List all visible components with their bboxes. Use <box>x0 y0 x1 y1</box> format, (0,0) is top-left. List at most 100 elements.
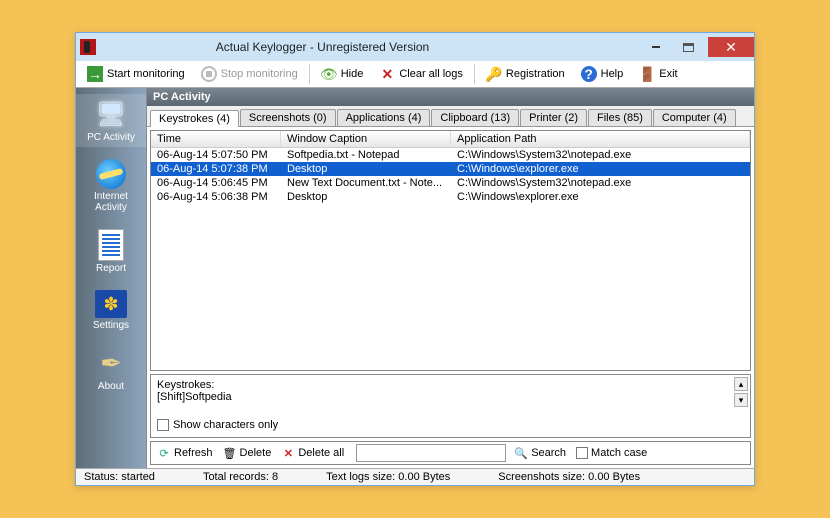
col-time[interactable]: Time <box>151 131 281 147</box>
sidebar-internet-label: Internet Activity <box>78 191 144 213</box>
action-bar: ⟳ Refresh 🗑 Delete ✕ Delete all 🔍 Search <box>150 441 751 465</box>
cell-path: C:\Windows\explorer.exe <box>451 190 750 204</box>
start-label: Start monitoring <box>107 68 185 80</box>
refresh-label: Refresh <box>174 447 213 459</box>
panel-title: PC Activity <box>147 88 754 106</box>
status-screenshots-size: Screenshots size: 0.00 Bytes <box>498 471 640 483</box>
detail-pane: Keystrokes: [Shift]Softpedia ▴ ▾ Show ch… <box>150 374 751 438</box>
stop-monitoring-button[interactable]: Stop monitoring <box>194 63 305 85</box>
col-path[interactable]: Application Path <box>451 131 750 147</box>
cell-time: 06-Aug-14 5:06:38 PM <box>151 190 281 204</box>
delete-label: Delete <box>240 447 272 459</box>
registration-button[interactable]: 🔑 Registration <box>479 63 572 85</box>
help-icon: ? <box>581 66 597 82</box>
sidebar-report-label: Report <box>96 263 126 274</box>
table-row[interactable]: 06-Aug-14 5:06:38 PMDesktopC:\Windows\ex… <box>151 190 750 204</box>
report-icon <box>98 229 124 261</box>
delete-button[interactable]: 🗑 Delete <box>221 445 274 461</box>
search-button[interactable]: 🔍 Search <box>512 445 568 461</box>
status-text-size: Text logs size: 0.00 Bytes <box>326 471 450 483</box>
help-label: Help <box>601 68 624 80</box>
maximize-button[interactable] <box>683 43 694 52</box>
cell-path: C:\Windows\System32\notepad.exe <box>451 176 750 190</box>
start-monitoring-button[interactable]: → Start monitoring <box>80 63 192 85</box>
status-bar: Status: started Total records: 8 Text lo… <box>76 468 754 485</box>
tab-clipboard-[interactable]: Clipboard (13) <box>431 109 519 126</box>
eye-icon: 👁 <box>321 66 337 82</box>
cell-caption: Softpedia.txt - Notepad <box>281 148 451 162</box>
cell-time: 06-Aug-14 5:06:45 PM <box>151 176 281 190</box>
cell-caption: Desktop <box>281 190 451 204</box>
sidebar-item-report[interactable]: Report <box>76 225 146 278</box>
cell-time: 06-Aug-14 5:07:50 PM <box>151 148 281 162</box>
clear-logs-button[interactable]: ✕ Clear all logs <box>372 63 470 85</box>
show-characters-checkbox[interactable]: Show characters only <box>157 419 744 431</box>
hide-button[interactable]: 👁 Hide <box>314 63 371 85</box>
sidebar-item-about[interactable]: ✒ About <box>76 343 146 396</box>
close-button[interactable] <box>708 37 754 57</box>
quill-icon: ✒ <box>93 347 129 379</box>
gear-icon: ✽ <box>95 290 127 318</box>
cell-time: 06-Aug-14 5:07:38 PM <box>151 162 281 176</box>
tab-screenshots-[interactable]: Screenshots (0) <box>240 109 336 126</box>
play-icon: → <box>87 66 103 82</box>
detail-line-1: Keystrokes: <box>157 379 744 391</box>
status-total: Total records: 8 <box>203 471 278 483</box>
minimize-button[interactable] <box>641 37 671 57</box>
exit-icon: 🚪 <box>639 66 655 82</box>
hide-label: Hide <box>341 68 364 80</box>
internet-icon <box>96 159 126 189</box>
delete-all-label: Delete all <box>298 447 344 459</box>
detail-line-2: [Shift]Softpedia <box>157 391 744 403</box>
col-caption[interactable]: Window Caption <box>281 131 451 147</box>
exit-button[interactable]: 🚪 Exit <box>632 63 684 85</box>
main-panel: PC Activity Keystrokes (4)Screenshots (0… <box>146 88 754 468</box>
app-icon <box>80 39 96 55</box>
trash-icon: 🗑 <box>223 446 237 460</box>
sidebar-item-settings[interactable]: ✽ Settings <box>76 286 146 335</box>
titlebar[interactable]: Actual Keylogger - Unregistered Version <box>76 33 754 61</box>
checkbox-icon <box>157 419 169 431</box>
monitor-icon: 🖥 <box>93 98 129 130</box>
table-row[interactable]: 06-Aug-14 5:07:50 PMSoftpedia.txt - Note… <box>151 148 750 162</box>
refresh-icon: ⟳ <box>157 446 171 460</box>
sidebar-item-internet-activity[interactable]: Internet Activity <box>76 155 146 217</box>
tab-printer-[interactable]: Printer (2) <box>520 109 587 126</box>
exit-label: Exit <box>659 68 677 80</box>
sidebar-pc-label: PC Activity <box>87 132 135 143</box>
tab-files-[interactable]: Files (85) <box>588 109 652 126</box>
delete-all-button[interactable]: ✕ Delete all <box>279 445 346 461</box>
clear-label: Clear all logs <box>399 68 463 80</box>
app-window: Actual Keylogger - Unregistered Version … <box>75 32 755 486</box>
key-icon: 🔑 <box>486 66 502 82</box>
checkbox-icon <box>576 447 588 459</box>
tab-keystrokes-[interactable]: Keystrokes (4) <box>150 110 239 127</box>
stop-icon <box>201 66 217 82</box>
search-label: Search <box>531 447 566 459</box>
show-chars-label: Show characters only <box>173 419 278 431</box>
search-input[interactable] <box>356 444 506 462</box>
sidebar: 🖥 PC Activity Internet Activity Report ✽… <box>76 88 146 468</box>
table-row[interactable]: 06-Aug-14 5:06:45 PMNew Text Document.tx… <box>151 176 750 190</box>
tab-computer-[interactable]: Computer (4) <box>653 109 736 126</box>
registration-label: Registration <box>506 68 565 80</box>
table-header: Time Window Caption Application Path <box>151 131 750 148</box>
sidebar-about-label: About <box>98 381 124 392</box>
match-case-label: Match case <box>591 447 647 459</box>
scroll-up-icon[interactable]: ▴ <box>734 377 748 391</box>
sidebar-item-pc-activity[interactable]: 🖥 PC Activity <box>76 94 146 147</box>
table-body: 06-Aug-14 5:07:50 PMSoftpedia.txt - Note… <box>151 148 750 204</box>
scroll-down-icon[interactable]: ▾ <box>734 393 748 407</box>
table-row[interactable]: 06-Aug-14 5:07:38 PMDesktopC:\Windows\ex… <box>151 162 750 176</box>
match-case-checkbox[interactable]: Match case <box>574 446 649 460</box>
tab-bar: Keystrokes (4)Screenshots (0)Application… <box>147 106 754 127</box>
binoculars-icon: 🔍 <box>514 446 528 460</box>
tab-applications-[interactable]: Applications (4) <box>337 109 431 126</box>
stop-label: Stop monitoring <box>221 68 298 80</box>
refresh-button[interactable]: ⟳ Refresh <box>155 445 215 461</box>
cell-path: C:\Windows\explorer.exe <box>451 162 750 176</box>
cell-caption: Desktop <box>281 162 451 176</box>
sidebar-settings-label: Settings <box>93 320 129 331</box>
toolbar: → Start monitoring Stop monitoring 👁 Hid… <box>76 61 754 88</box>
help-button[interactable]: ? Help <box>574 63 631 85</box>
